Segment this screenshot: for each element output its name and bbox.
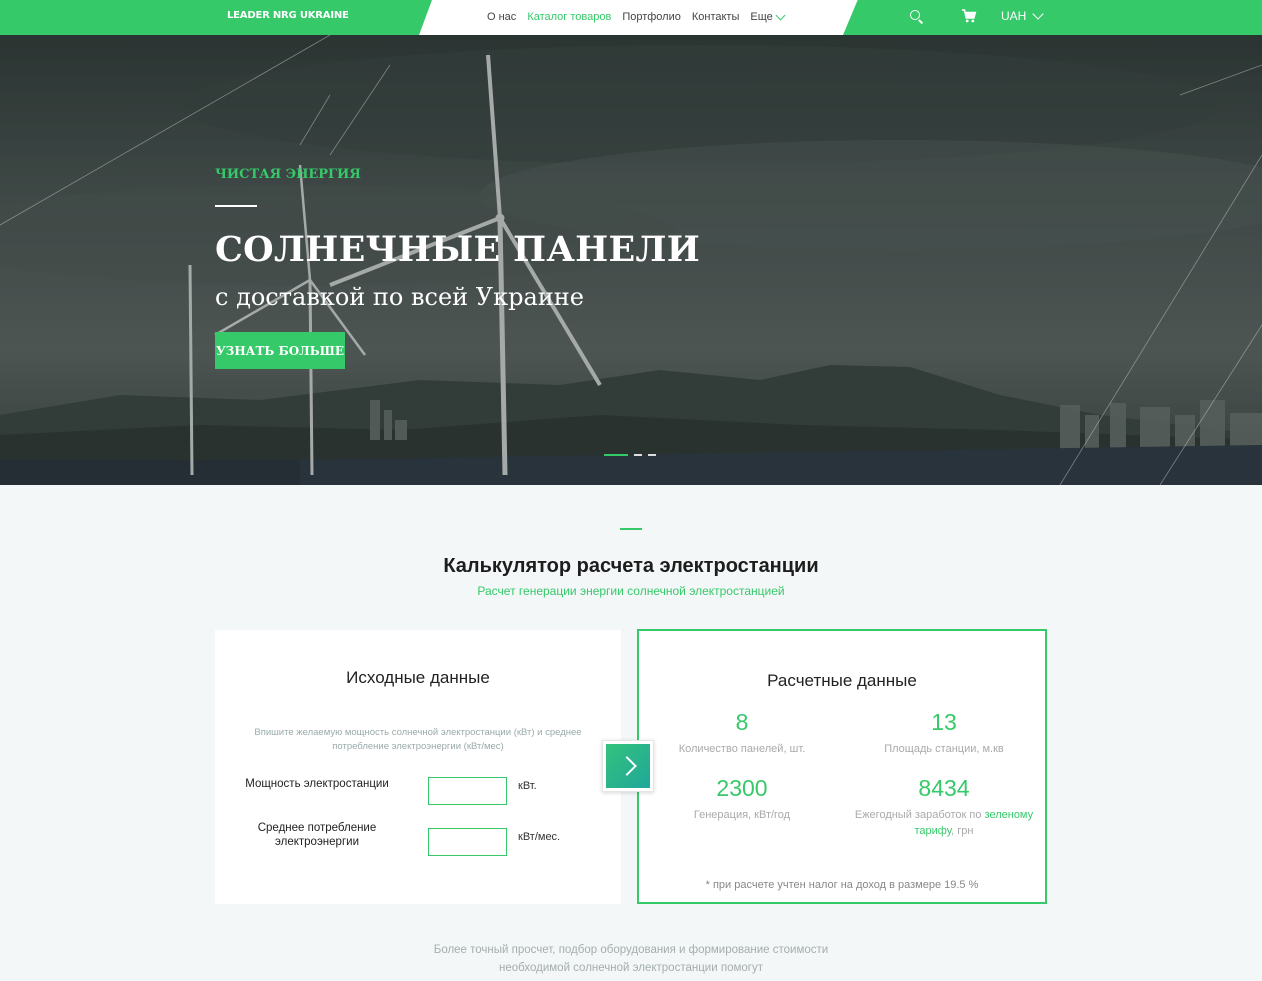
- hero-divider: [215, 205, 257, 207]
- consumption-unit: кВт/мес.: [518, 831, 561, 843]
- consumption-label: Среднее потребление электроэнергии: [257, 822, 377, 848]
- result-card-title: Расчетные данные: [767, 671, 917, 690]
- earnings-label-unit: , грн: [951, 825, 974, 837]
- hero-tagline: ЧИСТАЯ ЭНЕРГИЯ: [215, 167, 361, 182]
- calculator-title: Калькулятор расчета электростанции: [443, 555, 819, 577]
- learn-more-button[interactable]: УЗНАТЬ БОЛЬШЕ: [215, 332, 345, 369]
- chevron-right-icon: [617, 756, 637, 776]
- main-nav: О нас Каталог товаров Портфолио Контакты…: [487, 10, 786, 23]
- input-card-title: Исходные данные: [346, 668, 490, 687]
- input-hint: Впишите желаемую мощность солнечной элек…: [254, 727, 582, 752]
- currency-selector[interactable]: UAH: [1001, 8, 1045, 23]
- power-input[interactable]: [428, 777, 507, 805]
- panels-count-label: Количество панелей, шт.: [678, 743, 806, 755]
- hero-title: СОЛНЕЧНЫЕ ПАНЕЛИ: [215, 229, 701, 270]
- header-actions: UAH: [909, 8, 1045, 24]
- power-label: Мощность электростанции: [245, 778, 389, 790]
- slider-dot-2[interactable]: [634, 454, 642, 456]
- panels-count-value: 8: [735, 709, 749, 735]
- nav-item-catalog[interactable]: Каталог товаров: [527, 11, 611, 23]
- station-area-value: 13: [931, 709, 957, 735]
- hero-subtitle: с доставкой по всей Украине: [215, 283, 584, 311]
- slider-dot-3[interactable]: [648, 454, 656, 456]
- site-header: LEADER NRG UKRAINE О нас Каталог товаров…: [0, 0, 1262, 35]
- calculate-button-bg: [606, 744, 650, 788]
- currency-label: UAH: [1001, 9, 1027, 23]
- earnings-label-text: Ежегодный заработок по: [854, 809, 985, 821]
- nav-item-about[interactable]: О нас: [487, 11, 516, 23]
- nav-item-more[interactable]: Еще: [750, 10, 786, 23]
- logo[interactable]: LEADER NRG UKRAINE: [227, 10, 349, 21]
- bottom-info-text: Более точный просчет, подбор оборудовани…: [433, 944, 829, 974]
- cart-icon[interactable]: [961, 8, 977, 24]
- tax-footnote: * при расчете учтен налог на доход в раз…: [705, 879, 979, 891]
- hero-banner: ЧИСТАЯ ЭНЕРГИЯ СОЛНЕЧНЫЕ ПАНЕЛИ с достав…: [0, 35, 1262, 485]
- slider-dots: [604, 454, 656, 456]
- power-unit: кВт.: [518, 780, 537, 792]
- calculate-button[interactable]: [602, 740, 654, 792]
- calculator-subtitle: Расчет генерации энергии солнечной элект…: [477, 584, 785, 598]
- consumption-input[interactable]: [428, 828, 507, 856]
- nav-item-portfolio[interactable]: Портфолио: [622, 11, 681, 23]
- header-accent-right: [843, 0, 1262, 35]
- nav-item-contacts[interactable]: Контакты: [692, 11, 740, 23]
- chevron-down-icon: [1032, 8, 1045, 20]
- chevron-down-icon: [775, 10, 786, 20]
- header-accent-left: [0, 0, 432, 35]
- earnings-value: 8434: [918, 775, 970, 801]
- input-data-card: Исходные данные Впишите желаемую мощност…: [215, 630, 621, 904]
- section-divider: [620, 528, 642, 530]
- generation-label: Генерация, кВт/год: [693, 809, 791, 821]
- slider-dot-1[interactable]: [604, 454, 628, 456]
- station-area-label: Площадь станции, м.кв: [884, 743, 1004, 755]
- search-icon[interactable]: [909, 9, 923, 23]
- earnings-label: Ежегодный заработок по зеленому тарифу, …: [844, 807, 1044, 839]
- nav-more-label: Еще: [750, 11, 773, 23]
- generation-value: 2300: [716, 775, 768, 801]
- result-data-card: Расчетные данные 8 Количество панелей, ш…: [637, 629, 1047, 904]
